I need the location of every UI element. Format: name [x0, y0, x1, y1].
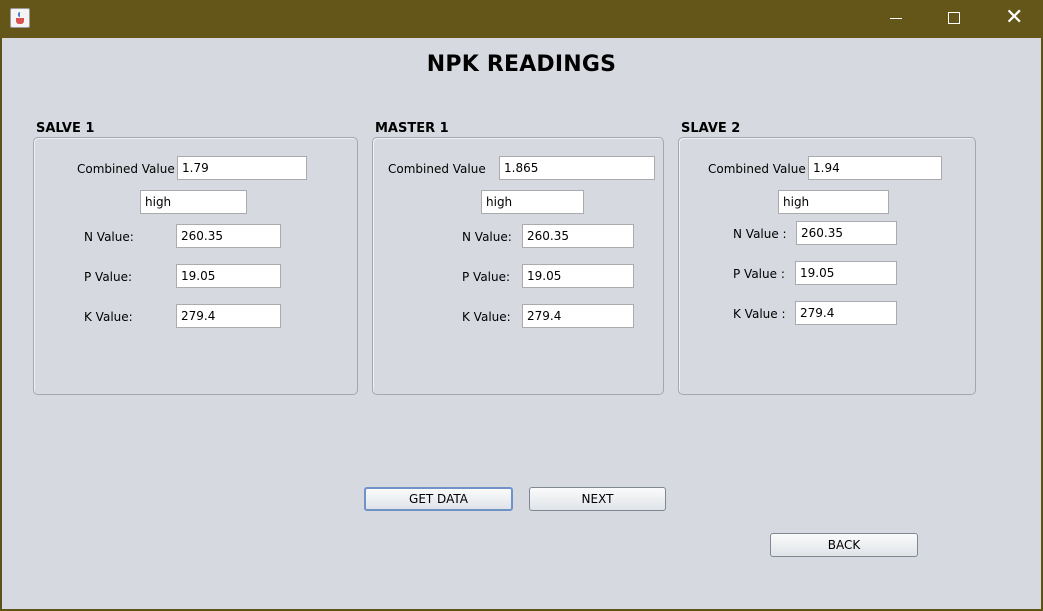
next-button[interactable]: NEXT [529, 487, 666, 511]
page-title: NPK READINGS [426, 52, 617, 77]
combined-value-field[interactable] [808, 156, 942, 180]
k-value-field[interactable] [522, 304, 634, 328]
n-value-label: N Value: [84, 230, 134, 244]
java-cup-icon[interactable] [10, 8, 30, 28]
combined-value-label: Combined Value [708, 162, 806, 176]
p-value-field[interactable] [176, 264, 281, 288]
n-value-label: N Value: [462, 230, 512, 244]
n-value-field[interactable] [796, 221, 897, 245]
panel-title-salve-1: SALVE 1 [36, 121, 95, 136]
panel-master-1: Combined Value N Value: P Value: K Value… [372, 137, 664, 395]
status-field[interactable] [481, 190, 584, 214]
k-value-label: K Value: [462, 310, 511, 324]
p-value-field[interactable] [522, 264, 634, 288]
get-data-button[interactable]: GET DATA [364, 487, 513, 511]
p-value-field[interactable] [795, 261, 897, 285]
status-field[interactable] [778, 190, 889, 214]
maximize-icon [948, 12, 960, 24]
panel-title-slave-2: SLAVE 2 [681, 121, 741, 136]
close-button[interactable]: ✕ [984, 0, 1042, 38]
minimize-button[interactable] [867, 0, 925, 38]
combined-value-label: Combined Value [77, 162, 175, 176]
back-button[interactable]: BACK [770, 533, 918, 557]
k-value-field[interactable] [176, 304, 281, 328]
panel-title-master-1: MASTER 1 [375, 121, 449, 136]
close-icon: ✕ [1005, 5, 1024, 30]
combined-value-label: Combined Value [388, 162, 486, 176]
p-value-label: P Value: [84, 270, 133, 284]
panel-salve-1: Combined Value N Value: P Value: K Value… [33, 137, 358, 395]
n-value-label: N Value : [733, 227, 787, 241]
window-content: NPK READINGS SALVE 1 Combined Value N Va… [2, 38, 1041, 609]
k-value-label: K Value: [84, 310, 133, 324]
n-value-field[interactable] [176, 224, 281, 248]
k-value-label: K Value : [733, 307, 786, 321]
n-value-field[interactable] [522, 224, 634, 248]
maximize-button[interactable] [925, 0, 983, 38]
minimize-icon [890, 18, 902, 19]
combined-value-field[interactable] [499, 156, 655, 180]
p-value-label: P Value : [733, 267, 785, 281]
combined-value-field[interactable] [177, 156, 307, 180]
panel-slave-2: Combined Value N Value : P Value : K Val… [678, 137, 976, 395]
status-field[interactable] [140, 190, 247, 214]
p-value-label: P Value: [462, 270, 511, 284]
k-value-field[interactable] [795, 301, 897, 325]
window-titlebar: ✕ [0, 0, 1043, 38]
